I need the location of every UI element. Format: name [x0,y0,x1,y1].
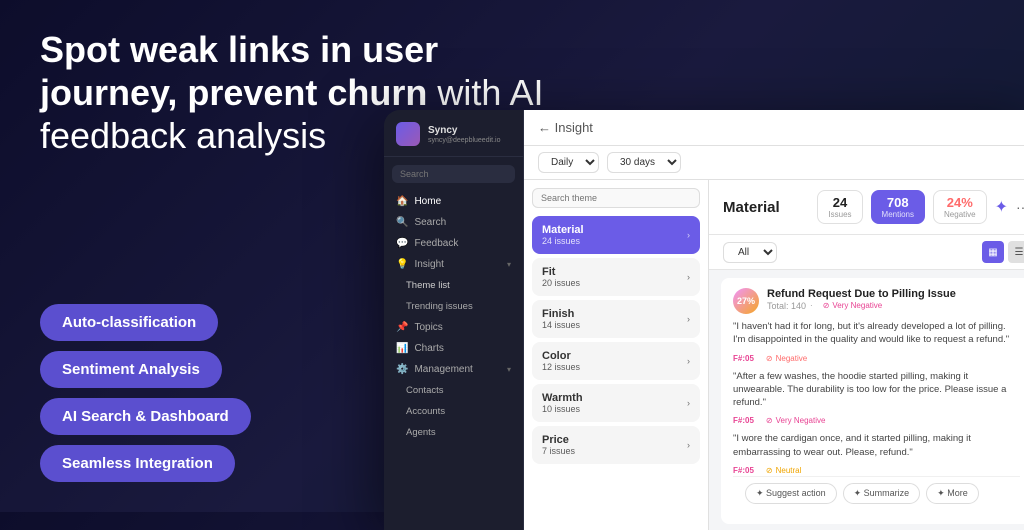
theme-chevron-2: › [687,314,690,324]
pill-sentiment[interactable]: Sentiment Analysis [40,351,222,388]
sidebar-search-input[interactable] [392,165,515,183]
daily-filter[interactable]: Daily [538,152,599,173]
sidebar: Syncy syncy@deepblueedit.io 🏠 Home 🔍 Sea… [384,110,524,530]
brand-avatar [396,122,420,146]
sidebar-header: Syncy syncy@deepblueedit.io [384,122,523,157]
more-button[interactable]: ✦ More [926,483,979,504]
sentiment-0: ⊘ Very Negative [817,300,889,311]
stat-mentions-lbl: Mentions [882,210,914,219]
feedback-text-0-3: "I wore the cardigan once, and it starte… [733,432,1020,459]
filter-row: Daily 30 days [524,146,1024,180]
feedback-date-0-1: F#:05 [733,354,754,363]
insight-header: ← Insight [524,110,1024,146]
mgmt-chevron: ▾ [507,365,511,374]
sidebar-item-contacts[interactable]: Contacts [384,380,523,401]
theme-chevron-1: › [687,272,690,282]
sidebar-item-accounts[interactable]: Accounts [384,401,523,422]
stat-mentions-val: 708 [882,195,914,210]
feedback-total-0: Total: 140 [767,301,806,311]
feedback-date-0-2: F#:05 [733,416,754,425]
theme-warmth[interactable]: Warmth 10 issues › [532,384,700,422]
action-row: ✦ Suggest action ✦ Summarize ✦ More [733,476,1020,510]
feedback-list: 27% Refund Request Due to Pilling Issue … [709,270,1024,530]
material-header: Material 24 Issues 708 Mentions 24% Nega [709,180,1024,235]
theme-fit[interactable]: Fit 20 issues › [532,258,700,296]
feature-pills: Auto-classification Sentiment Analysis A… [40,304,251,482]
theme-finish[interactable]: Finish 14 issues › [532,300,700,338]
body-split: Material 24 issues › Fit 20 issues › Fin… [524,180,1024,530]
stat-negative-val: 24% [944,195,976,210]
back-button[interactable]: ← Insight [538,120,593,135]
sidebar-item-search[interactable]: 🔍 Search [384,212,523,233]
summarize-button[interactable]: ✦ Summarize [843,483,921,504]
sidebar-item-home[interactable]: 🏠 Home [384,191,523,212]
theme-search-input[interactable] [532,188,700,208]
feedback-panel: Material 24 Issues 708 Mentions 24% Nega [709,180,1024,530]
theme-panel: Material 24 issues › Fit 20 issues › Fin… [524,180,709,530]
sidebar-item-topics[interactable]: 📌 Topics [384,317,523,338]
hero-title-bold: Spot weak links in user journey, prevent… [40,29,438,113]
feedback-avatar-0: 27% [733,288,759,314]
brand-name: Syncy [428,125,501,137]
sidebar-item-feedback[interactable]: 💬 Feedback [384,233,523,254]
stat-mentions: 708 Mentions [871,190,925,224]
brand-info: Syncy syncy@deepblueedit.io [428,125,501,144]
theme-chevron-5: › [687,440,690,450]
stat-negative-lbl: Negative [944,210,976,219]
feedback-title-0: Refund Request Due to Pilling Issue [767,288,1020,300]
stat-negative: 24% Negative [933,190,987,224]
sentiment-0-2: ⊘ Negative [760,353,813,364]
feedback-date-0-3: F#:05 [733,466,754,475]
sidebar-item-trending[interactable]: Trending issues [384,296,523,317]
theme-chevron-4: › [687,398,690,408]
pill-ai-search[interactable]: AI Search & Dashboard [40,398,251,435]
feedback-meta-0: Total: 140 · ⊘ Very Negative [767,300,1020,311]
feedback-info-0: Refund Request Due to Pilling Issue Tota… [767,288,1020,311]
main-content: ← Insight Daily 30 days Material 24 issu… [524,110,1024,530]
view-toggle: ▦ ☰ [982,241,1024,263]
feedback-text-0-2: "After a few washes, the hoodie started … [733,370,1020,410]
filter-row2: All ▦ ☰ [709,235,1024,270]
stats-row: 24 Issues 708 Mentions 24% Negative ✦ ··… [817,190,1024,224]
theme-chevron-0: › [687,230,690,240]
material-title: Material [723,199,780,216]
list-view-button[interactable]: ☰ [1008,241,1024,263]
sidebar-item-theme-list[interactable]: Theme list [384,275,523,296]
sidebar-item-management[interactable]: ⚙️ Management▾ [384,359,523,380]
stat-issues: 24 Issues [817,190,862,224]
stat-issues-lbl: Issues [828,210,851,219]
brand-email: syncy@deepblueedit.io [428,137,501,144]
feedback-card-0-header: 27% Refund Request Due to Pilling Issue … [733,288,1020,314]
grid-view-button[interactable]: ▦ [982,241,1004,263]
sidebar-item-insight[interactable]: 💡 Insight▾ [384,254,523,275]
sentiment-0-4: ⊘ Neutral [760,465,808,476]
feedback-text-0-1: "I haven't had it for long, but it's alr… [733,320,1020,347]
pill-integration[interactable]: Seamless Integration [40,445,235,482]
insight-chevron: ▾ [507,260,511,269]
theme-material[interactable]: Material 24 issues › [532,216,700,254]
more-options-icon[interactable]: ··· [1016,199,1024,215]
sparkle-icon[interactable]: ✦ [995,197,1008,217]
sidebar-item-agents[interactable]: Agents [384,422,523,443]
theme-color[interactable]: Color 12 issues › [532,342,700,380]
sentiment-0-3: ⊘ Very Negative [760,415,832,426]
feedback-card-0: 27% Refund Request Due to Pilling Issue … [721,278,1024,524]
days-filter[interactable]: 30 days [607,152,681,173]
stat-issues-val: 24 [828,195,851,210]
pill-auto-classification[interactable]: Auto-classification [40,304,218,341]
sidebar-item-charts[interactable]: 📊 Charts [384,338,523,359]
theme-chevron-3: › [687,356,690,366]
all-filter[interactable]: All [723,242,777,263]
dashboard-mockup: Syncy syncy@deepblueedit.io 🏠 Home 🔍 Sea… [384,110,1024,530]
theme-price[interactable]: Price 7 issues › [532,426,700,464]
suggest-action-button[interactable]: ✦ Suggest action [745,483,837,504]
